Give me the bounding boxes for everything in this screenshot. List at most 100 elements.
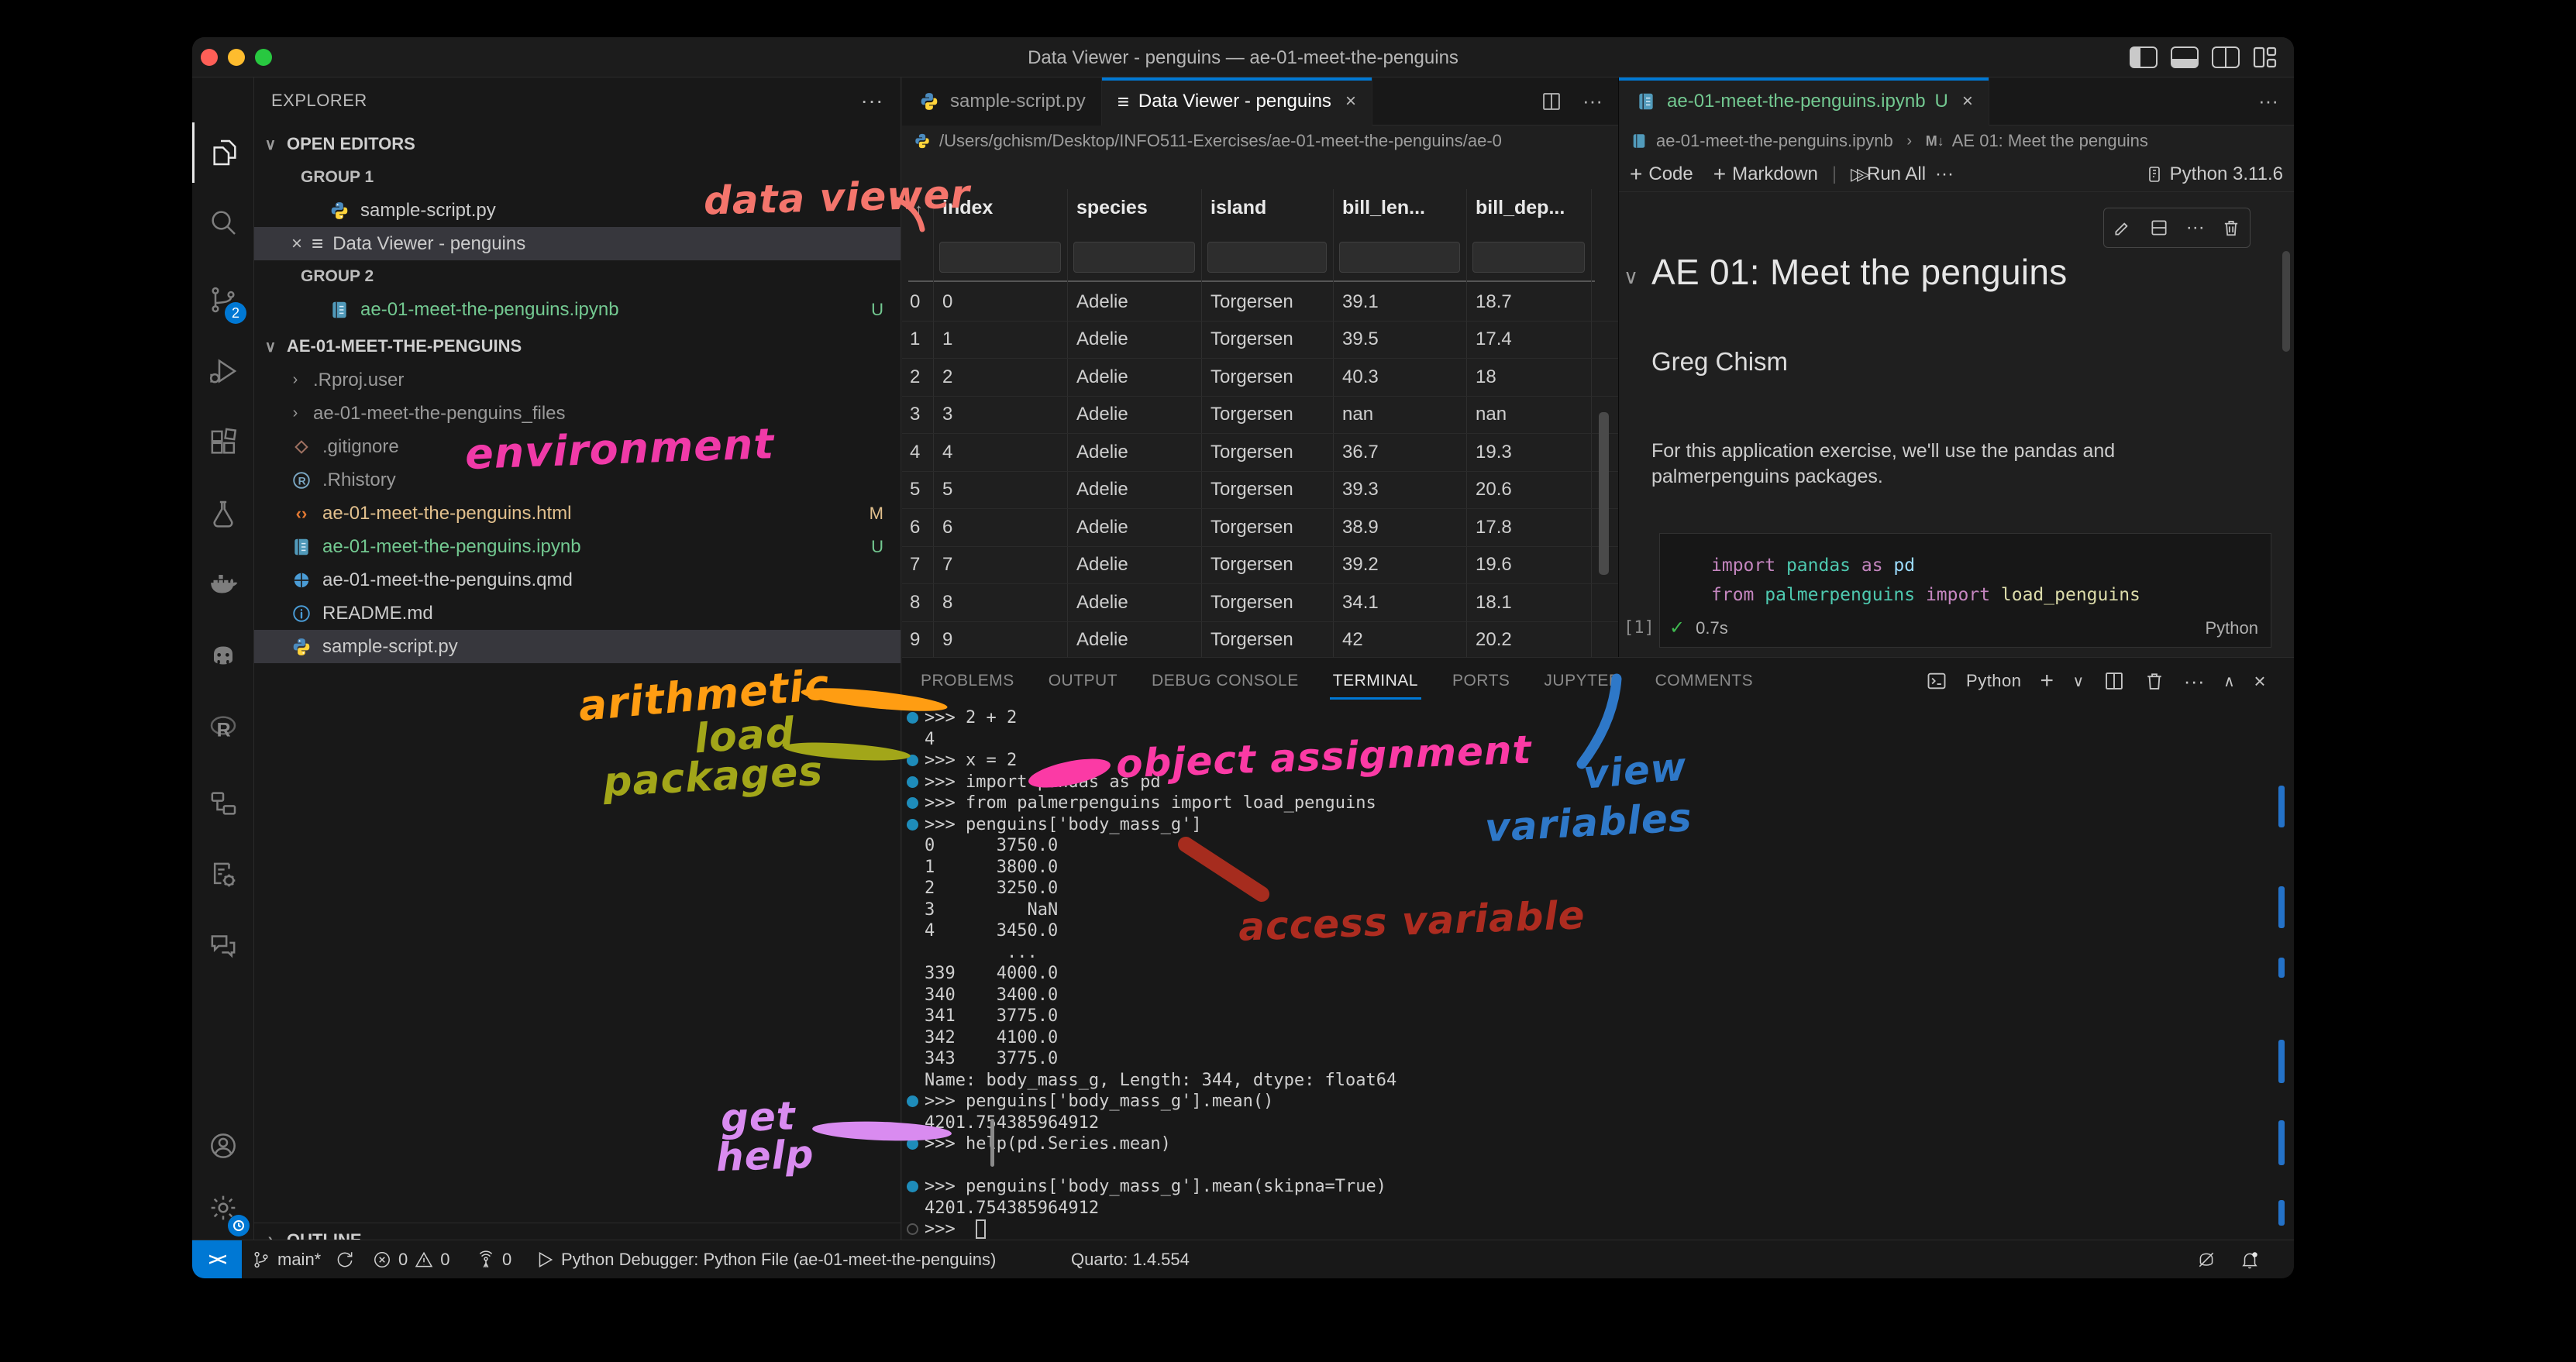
sidebar-item-copilot[interactable] [192,626,254,686]
table-row[interactable]: 22AdelieTorgersen40.318 [902,359,1618,397]
toggle-secondary-sidebar-icon[interactable] [2212,46,2240,68]
scrollbar-mark[interactable] [2278,1040,2285,1083]
terminal[interactable]: >>> 2 + 2 4 >>> x = 2 >>> import pandas … [902,707,2278,1240]
notebook-breadcrumb[interactable]: ae-01-meet-the-penguins.ipynb › M↓ AE 01… [1619,126,2294,156]
command-decoration-icon[interactable] [907,819,918,831]
column-header[interactable]: index [942,197,993,219]
column-header[interactable]: species [1076,197,1148,219]
table-row[interactable]: 44AdelieTorgersen36.719.3 [902,434,1618,472]
problems-item[interactable]: 0 0 [372,1240,450,1278]
close-icon[interactable]: × [1345,91,1356,112]
scrollbar-mark[interactable] [2278,886,2285,928]
close-icon[interactable]: × [291,233,302,255]
command-decoration-icon[interactable] [907,797,918,809]
open-editor-item-active[interactable]: × ≡ Data Viewer - penguins [254,227,901,260]
notebook-scrollbar[interactable] [2282,251,2290,352]
sidebar-item-docker[interactable] [192,555,254,615]
customize-layout-icon[interactable] [2252,45,2278,70]
shell-label[interactable]: Python [1966,671,2022,691]
file-tree-item-selected[interactable]: sample-script.py [254,630,901,663]
column-filter-input[interactable] [1073,242,1195,273]
close-icon[interactable]: × [1962,91,1973,112]
split-terminal-icon[interactable] [2103,670,2125,692]
split-cell-icon[interactable] [2149,218,2169,238]
table-scrollbar[interactable] [1599,412,1609,575]
sidebar-item-comments[interactable] [192,916,254,976]
column-filter-input[interactable] [939,242,1061,273]
tab-debug-console[interactable]: DEBUG CONSOLE [1152,658,1299,704]
sidebar-item-python-env[interactable] [192,844,254,905]
sidebar-item-settings[interactable] [192,1178,254,1238]
cell-language[interactable]: Python [2206,618,2259,638]
scrollbar-mark[interactable] [2278,786,2285,827]
scrollbar-mark[interactable] [2278,1120,2285,1165]
code-cell[interactable]: import pandas as pd from palmerpenguins … [1659,533,2271,648]
file-tree-item[interactable]: ae-01-meet-the-penguins.qmd [254,563,901,597]
file-tree-item[interactable]: .gitignore [254,430,901,463]
git-branch-item[interactable]: main* [251,1240,355,1278]
command-decoration-icon[interactable] [907,776,918,788]
ports-item[interactable]: 0 [476,1240,511,1278]
kernel-picker[interactable]: Python 3.11.6 [2145,163,2283,185]
table-row[interactable]: 11AdelieTorgersen39.517.4 [902,322,1618,359]
sidebar-item-run-debug[interactable] [192,341,254,401]
explorer-more-icon[interactable]: ··· [861,88,883,113]
path-breadcrumb[interactable]: /Users/gchism/Desktop/INFO511-Exercises/… [902,126,1618,156]
debugger-item[interactable]: Python Debugger: Python File (ae-01-meet… [535,1240,996,1278]
close-window-button[interactable] [201,49,218,66]
tab-ports[interactable]: PORTS [1452,658,1510,704]
open-editor-item[interactable]: ae-01-meet-the-penguins.ipynb U [254,293,901,326]
scrollbar-mark[interactable] [2278,958,2285,978]
command-decoration-icon[interactable] [907,1223,918,1235]
command-decoration-icon[interactable] [907,1181,918,1192]
tab-problems[interactable]: PROBLEMS [921,658,1014,704]
copilot-status-item[interactable] [2196,1240,2216,1278]
column-filter-input[interactable] [1472,242,1585,273]
tab-comments[interactable]: COMMENTS [1655,658,1754,704]
table-row[interactable]: 33AdelieTorgersennannan [902,397,1618,435]
command-decoration-icon[interactable] [907,1138,918,1150]
open-editor-item[interactable]: sample-script.py [254,194,901,227]
add-code-cell-button[interactable]: +Code [1630,162,1693,187]
file-tree-item[interactable]: ›.Rproj.user [254,363,901,397]
more-actions-icon[interactable]: ··· [1582,89,1603,113]
cell-more-icon[interactable]: ··· [2186,217,2205,239]
table-row[interactable]: 77AdelieTorgersen39.219.6 [902,547,1618,585]
toggle-panel-icon[interactable] [2171,46,2199,68]
file-tree-item[interactable]: ae-01-meet-the-penguins.ipynbU [254,530,901,563]
collapse-section-icon[interactable]: ∨ [1624,265,1638,289]
sidebar-item-project-manager[interactable] [192,773,254,834]
sidebar-item-extensions[interactable] [192,412,254,473]
tab-notebook[interactable]: ae-01-meet-the-penguins.ipynb U × [1619,77,1989,126]
tab-output[interactable]: OUTPUT [1049,658,1118,704]
maximize-panel-icon[interactable]: ∧ [2223,672,2235,691]
toggle-primary-sidebar-icon[interactable] [2130,46,2158,68]
edit-cell-icon[interactable] [2113,218,2133,238]
file-tree-item[interactable]: README.md [254,597,901,630]
table-row[interactable]: 88AdelieTorgersen34.118.1 [902,584,1618,622]
sidebar-item-r[interactable]: R [192,697,254,758]
file-tree-item[interactable]: R.Rhistory [254,463,901,497]
panel-more-icon[interactable]: ··· [2184,669,2205,693]
command-decoration-icon[interactable] [907,1095,918,1107]
tab-terminal[interactable]: TERMINAL [1333,658,1418,704]
column-header[interactable]: bill_len... [1342,197,1425,219]
sidebar-item-testing[interactable] [192,483,254,544]
project-section-header[interactable]: ∨AE-01-MEET-THE-PENGUINS [254,329,901,363]
notifications-item[interactable] [2240,1240,2260,1278]
table-row[interactable]: 99AdelieTorgersen4220.2 [902,622,1618,658]
close-panel-icon[interactable]: × [2254,669,2266,693]
command-decoration-icon[interactable] [907,755,918,766]
sidebar-item-source-control[interactable]: 2 [192,270,254,330]
scrollbar-mark[interactable] [2278,1200,2285,1226]
table-row[interactable]: 66AdelieTorgersen38.917.8 [902,509,1618,547]
quarto-item[interactable]: Quarto: 1.4.554 [1071,1240,1190,1278]
minimize-window-button[interactable] [228,49,245,66]
tab-jupyter[interactable]: JUPYTER [1544,658,1620,704]
table-row[interactable]: 55AdelieTorgersen39.320.6 [902,472,1618,510]
kill-terminal-icon[interactable] [2144,670,2165,692]
file-tree-item[interactable]: ›ae-01-meet-the-penguins_files [254,397,901,430]
run-all-button[interactable]: ▷▷ Run All [1851,163,1926,185]
remote-indicator[interactable]: >< [192,1240,242,1278]
file-tree-item[interactable]: ‹›ae-01-meet-the-penguins.htmlM [254,497,901,530]
